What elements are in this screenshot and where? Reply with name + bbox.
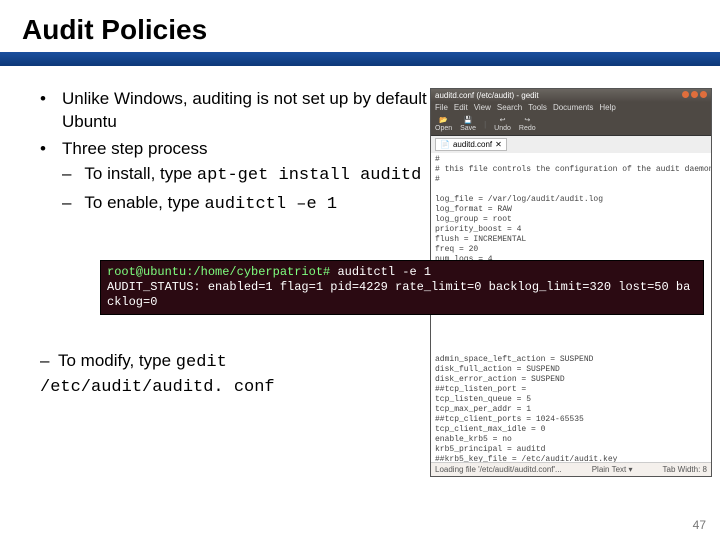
toolbar-undo[interactable]: ↩Undo <box>494 116 511 132</box>
menu-tools[interactable]: Tools <box>528 103 547 112</box>
gedit-toolbar: 📂Open 💾Save | ↩Undo ↪Redo <box>431 113 711 136</box>
gedit-titlebar: auditd.conf (/etc/audit) - gedit <box>431 89 711 102</box>
status-right[interactable]: Tab Width: 8 <box>663 465 707 474</box>
window-minimize-icon[interactable] <box>682 91 689 98</box>
terminal-window: root@ubuntu:/home/cyberpatriot# auditctl… <box>100 260 704 315</box>
terminal-prompt: root@ubuntu:/home/cyberpatriot# <box>107 265 330 279</box>
body-text: Unlike Windows, auditing is not set up b… <box>0 88 445 217</box>
bullet-2: Three step process <box>62 139 208 158</box>
slide-title: Audit Policies <box>22 14 720 46</box>
sub-2-code: auditctl –e 1 <box>204 195 337 214</box>
modify-bullet: –To modify, type gedit /etc/audit/auditd… <box>40 350 420 400</box>
sub-1-code: apt-get install auditd <box>197 166 421 185</box>
gedit-menubar[interactable]: File Edit View Search Tools Documents He… <box>431 102 711 113</box>
menu-help[interactable]: Help <box>599 103 615 112</box>
title-divider <box>0 52 720 66</box>
page-number: 47 <box>693 518 706 532</box>
gedit-title-text: auditd.conf (/etc/audit) - gedit <box>435 91 539 100</box>
sub-2-text: To enable, type <box>84 193 204 212</box>
toolbar-redo[interactable]: ↪Redo <box>519 116 536 132</box>
terminal-command: auditctl -e 1 <box>330 265 431 279</box>
menu-search[interactable]: Search <box>497 103 522 112</box>
menu-view[interactable]: View <box>474 103 491 112</box>
gedit-statusbar: Loading file '/etc/audit/auditd.conf'...… <box>431 462 711 476</box>
window-max-icon[interactable] <box>691 91 698 98</box>
sub-1-text: To install, type <box>84 164 196 183</box>
bullet-1: Unlike Windows, auditing is not set up b… <box>62 89 445 131</box>
window-close-icon[interactable] <box>700 91 707 98</box>
status-mid[interactable]: Plain Text ▾ <box>592 465 633 474</box>
status-left: Loading file '/etc/audit/auditd.conf'... <box>435 465 562 474</box>
gedit-tab-row: 📄 auditd.conf ✕ <box>431 136 711 153</box>
toolbar-open[interactable]: 📂Open <box>435 116 452 132</box>
tab-close-icon[interactable]: ✕ <box>495 140 502 149</box>
menu-edit[interactable]: Edit <box>454 103 468 112</box>
gedit-tab[interactable]: 📄 auditd.conf ✕ <box>435 138 507 151</box>
menu-file[interactable]: File <box>435 103 448 112</box>
toolbar-save[interactable]: 💾Save <box>460 116 476 132</box>
sub-3-text: To modify, type <box>58 351 176 370</box>
menu-documents[interactable]: Documents <box>553 103 593 112</box>
terminal-output: AUDIT_STATUS: enabled=1 flag=1 pid=4229 … <box>107 280 690 309</box>
